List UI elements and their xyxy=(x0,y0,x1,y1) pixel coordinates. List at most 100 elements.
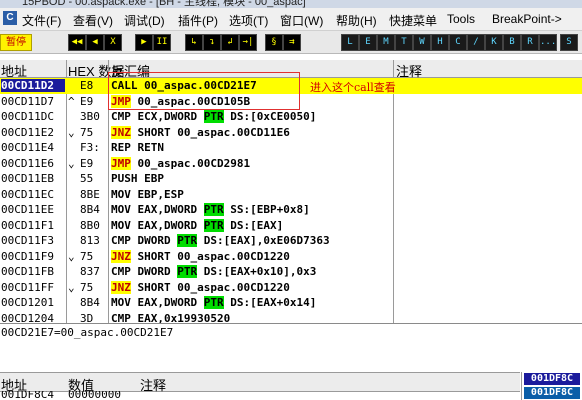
menu-bar: C 文件(F) 查看(V) 调试(D) 插件(P) 选项(T) 窗口(W) 帮助… xyxy=(0,8,582,31)
pause-button[interactable]: II xyxy=(153,34,171,51)
stack-next-address[interactable]: 001DF8C xyxy=(524,387,580,399)
menu-view[interactable]: 查看(V) xyxy=(73,12,113,29)
menu-breakpoint[interactable]: BreakPoint-> xyxy=(492,12,562,26)
callstack-window-button[interactable]: K xyxy=(485,34,503,51)
toolbar: 暂停 ◀◀ ◀ X ▶ II ↳ ↴ ↲ →| § ⇉ L E M T W H … xyxy=(0,31,582,54)
disasm-row[interactable]: 00CD11EC 8BE MOV EBP,ESP xyxy=(0,187,582,203)
row-hex: 8BE xyxy=(80,187,100,201)
row-address: 00CD11FB xyxy=(1,265,54,278)
trace-over-button[interactable]: →| xyxy=(239,34,257,51)
row-hex: F3: xyxy=(80,141,100,154)
log-window-button[interactable]: L xyxy=(341,34,359,51)
row-instruction: JNZ SHORT 00_aspac.00CD1220 xyxy=(111,249,391,263)
row-instruction: CMP DWORD PTR DS:[EAX+0x10],0x3 xyxy=(111,265,391,278)
row-mnemonic: JNZ xyxy=(111,249,131,263)
row-hex: 75 xyxy=(80,280,94,294)
disasm-row[interactable]: 00CD11E2 ⌄ 75 JNZ SHORT 00_aspac.00CD11E6 xyxy=(0,125,582,141)
disasm-row[interactable]: 00CD11E6 ⌄ E9 JMP 00_aspac.00CD2981 xyxy=(0,156,582,172)
disasm-row[interactable]: 00CD11DC 3B0 CMP ECX,DWORD PTR DS:[0xCE005… xyxy=(0,109,582,125)
row-operands: EAX,DWORD PTR DS:[EAX] xyxy=(137,218,284,232)
row-operands: EBP xyxy=(144,172,164,185)
menu-help[interactable]: 帮助(H) xyxy=(336,12,377,29)
row-address: 00CD11E4 xyxy=(1,141,54,154)
references-window-button[interactable]: R xyxy=(521,34,539,51)
row-operands: EBP,ESP xyxy=(137,187,184,201)
row-operands: SHORT 00_aspac.00CD1220 xyxy=(137,280,290,294)
memory-window-button[interactable]: M xyxy=(377,34,395,51)
disasm-row[interactable]: 00CD11EE 8B4 MOV EAX,DWORD PTR SS:[EBP+0x8… xyxy=(0,202,582,218)
source-window-button[interactable]: S xyxy=(560,34,578,51)
menu-plugins[interactable]: 插件(P) xyxy=(178,12,218,29)
row-instruction: JNZ SHORT 00_aspac.00CD1220 xyxy=(111,280,391,294)
title-bar: 15PBOD - 00.aspack.exe - [BH - 主线程, 模块 -… xyxy=(0,0,582,8)
jump-arrow-icon: ^ xyxy=(68,94,75,108)
row-hex: 75 xyxy=(80,249,94,263)
menu-shortcut[interactable]: 快捷菜单 xyxy=(389,12,437,29)
row-address: 00CD11EE xyxy=(1,203,54,216)
row-hex: E9 xyxy=(80,156,94,170)
row-operands: RETN xyxy=(137,141,165,154)
threads-window-button[interactable]: T xyxy=(395,34,413,51)
windows-window-button[interactable]: W xyxy=(413,34,431,51)
row-address: 00CD11FF xyxy=(1,280,54,294)
close-button[interactable]: X xyxy=(104,34,122,51)
menu-options[interactable]: 选项(T) xyxy=(229,12,268,29)
menu-window[interactable]: 窗口(W) xyxy=(280,12,323,29)
stack-top-address[interactable]: 001DF8C xyxy=(524,373,580,385)
disasm-row[interactable]: 00CD1201 8B4 MOV EAX,DWORD PTR DS:[EAX+0x1… xyxy=(0,295,582,311)
dump-header: 地址 数值 注释 xyxy=(0,372,520,393)
menu-tools[interactable]: Tools xyxy=(447,12,475,26)
row-operands: EAX,DWORD PTR DS:[EAX+0x14] xyxy=(137,296,317,309)
row-address: 00CD11D7 xyxy=(1,94,54,108)
menu-debug[interactable]: 调试(D) xyxy=(124,12,165,29)
disasm-row[interactable]: 00CD11EB 55 PUSH EBP xyxy=(0,171,582,187)
step-into-button[interactable]: ↳ xyxy=(185,34,203,51)
info-text: 00CD21E7=00_aspac.00CD21E7 xyxy=(1,326,174,339)
dump-row[interactable]: 001DF8C4 00000000 xyxy=(0,391,520,400)
disasm-row[interactable]: 00CD11F1 8B0 MOV EAX,DWORD PTR DS:[EAX] xyxy=(0,218,582,234)
trace-into-button[interactable]: ↲ xyxy=(221,34,239,51)
goto-button[interactable]: ⇉ xyxy=(283,34,301,51)
row-address: 00CD11F9 xyxy=(1,249,54,263)
disasm-row[interactable]: 00CD11F9 ⌄ 75 JNZ SHORT 00_aspac.00CD1220 xyxy=(0,249,582,265)
row-instruction: JNZ SHORT 00_aspac.00CD11E6 xyxy=(111,125,391,139)
rewind-button[interactable]: ◀ xyxy=(86,34,104,51)
app-icon[interactable]: C xyxy=(3,11,17,25)
run-button[interactable]: ▶ xyxy=(135,34,153,51)
disasm-row[interactable]: 00CD11FB 837 CMP DWORD PTR DS:[EAX+0x10],0… xyxy=(0,264,582,280)
cpu-window-button[interactable]: C xyxy=(449,34,467,51)
disasm-row[interactable]: 00CD11FF ⌄ 75 JNZ SHORT 00_aspac.00CD1220 xyxy=(0,280,582,296)
disasm-row[interactable]: 00CD11E4 F3: REP RETN xyxy=(0,140,582,156)
row-address: 00CD11EB xyxy=(1,172,54,185)
row-instruction: MOV EAX,DWORD PTR DS:[EAX] xyxy=(111,218,391,232)
patches-window-button[interactable]: / xyxy=(467,34,485,51)
row-hex: E9 xyxy=(80,94,94,108)
row-instruction: CMP ECX,DWORD PTR DS:[0xCE0050] xyxy=(111,110,391,123)
row-operands: EAX,DWORD PTR SS:[EBP+0x8] xyxy=(137,203,310,216)
row-hex: 837 xyxy=(80,265,100,278)
breakpoints-window-button[interactable]: B xyxy=(503,34,521,51)
jump-arrow-icon: ⌄ xyxy=(68,280,75,294)
info-line: 00CD21E7=00_aspac.00CD21E7 xyxy=(0,323,582,341)
restart-button[interactable]: ◀◀ xyxy=(68,34,86,51)
handles-window-button[interactable]: H xyxy=(431,34,449,51)
dump-row-address: 001DF8C4 xyxy=(1,391,54,400)
row-hex: 3B0 xyxy=(80,110,100,123)
row-hex: E8 xyxy=(80,79,94,92)
execute-till-return-button[interactable]: § xyxy=(265,34,283,51)
row-instruction: MOV EBP,ESP xyxy=(111,188,391,201)
row-mnemonic: CMP xyxy=(111,234,131,247)
row-address: 00CD11D2 xyxy=(1,79,65,92)
row-address: 00CD11F3 xyxy=(1,234,54,247)
row-instruction: MOV EAX,DWORD PTR SS:[EBP+0x8] xyxy=(111,203,391,216)
run-trace-window-button[interactable]: ... xyxy=(539,34,557,51)
jump-arrow-icon: ⌄ xyxy=(68,156,75,170)
menu-file[interactable]: 文件(F) xyxy=(22,12,61,29)
row-hex: 75 xyxy=(80,125,94,139)
disasm-row[interactable]: 00CD11F3 813 CMP DWORD PTR DS:[EAX],0xE06D… xyxy=(0,233,582,249)
row-instruction: PUSH EBP xyxy=(111,172,391,185)
step-over-button[interactable]: ↴ xyxy=(203,34,221,51)
row-mnemonic: JNZ xyxy=(111,125,131,139)
row-mnemonic: CMP xyxy=(111,110,131,123)
modules-window-button[interactable]: E xyxy=(359,34,377,51)
